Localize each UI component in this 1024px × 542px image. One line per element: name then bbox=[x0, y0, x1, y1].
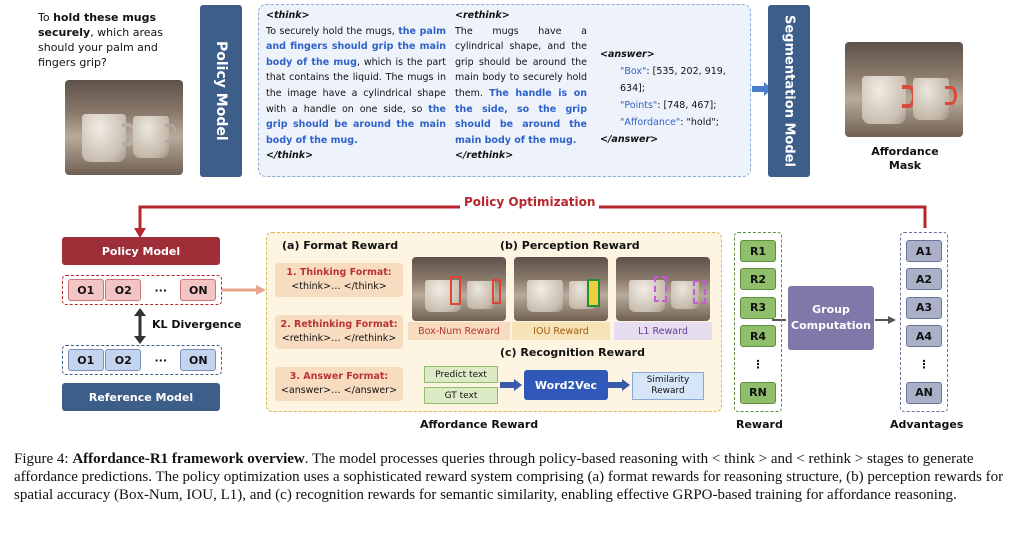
format-item-thinking: 1. Thinking Format: <think>… </think> bbox=[275, 263, 403, 297]
perception-reward-title: (b) Perception Reward bbox=[500, 239, 640, 252]
reward-r2: R2 bbox=[740, 268, 776, 291]
perception-image-boxnum bbox=[412, 257, 506, 321]
reference-outputs: O1 O2 ··· ON bbox=[62, 345, 222, 375]
advantage-a2: A2 bbox=[906, 268, 942, 291]
format-item-answer: 3. Answer Format: <answer>… </answer> bbox=[275, 367, 403, 401]
predict-text-box: Predict text bbox=[424, 366, 498, 383]
output-o1: O1 bbox=[67, 279, 104, 301]
perception-image-iou bbox=[514, 257, 608, 321]
group-computation: Group Computation bbox=[788, 286, 874, 350]
affordance-reward-label: Affordance Reward bbox=[420, 418, 539, 431]
ref-output-on: ON bbox=[180, 349, 217, 371]
policy-outputs: O1 O2 ··· ON bbox=[62, 275, 222, 305]
figure-caption: Figure 4: Affordance-R1 framework overvi… bbox=[14, 451, 1004, 503]
format-item-rethinking: 2. Rethinking Format: <rethink>… </rethin… bbox=[275, 315, 403, 349]
kl-divergence-label: KL Divergence bbox=[152, 318, 242, 331]
perception-image-l1 bbox=[616, 257, 710, 321]
policy-model-bottom: Policy Model bbox=[62, 237, 220, 265]
advantages-column: A1 A2 A3 A4 ⋮ AN bbox=[900, 232, 948, 412]
ref-output-o1: O1 bbox=[67, 349, 104, 371]
output-ellipsis: ··· bbox=[154, 283, 168, 297]
reward-r1: R1 bbox=[740, 240, 776, 263]
kl-arrow-icon bbox=[134, 308, 146, 344]
gt-text-box: GT text bbox=[424, 387, 498, 404]
similarity-reward-box: Similarity Reward bbox=[632, 372, 704, 400]
format-reward-title: (a) Format Reward bbox=[282, 239, 399, 252]
ref-output-ellipsis: ··· bbox=[154, 353, 168, 367]
ref-output-o2: O2 bbox=[105, 349, 142, 371]
word2vec-box: Word2Vec bbox=[524, 370, 608, 400]
arrow-to-word2vec bbox=[500, 379, 522, 391]
advantage-a1: A1 bbox=[906, 240, 942, 263]
reward-ellipsis: ⋮ bbox=[752, 357, 764, 371]
reward-r4: R4 bbox=[740, 325, 776, 348]
iou-reward-label: IOU Reward bbox=[512, 322, 610, 340]
advantage-a3: A3 bbox=[906, 296, 942, 319]
advantage-a4: A4 bbox=[906, 325, 942, 348]
reward-r3: R3 bbox=[740, 296, 776, 319]
output-on: ON bbox=[180, 279, 217, 301]
output-o2: O2 bbox=[105, 279, 142, 301]
l1-reward-label: L1 Reward bbox=[614, 322, 712, 340]
reference-model: Reference Model bbox=[62, 383, 220, 411]
recognition-reward-title: (c) Recognition Reward bbox=[500, 346, 645, 359]
reward-rn: RN bbox=[740, 381, 776, 404]
boxnum-reward-label: Box-Num Reward bbox=[408, 322, 510, 340]
advantage-ellipsis: ⋮ bbox=[918, 357, 930, 371]
advantage-an: AN bbox=[906, 381, 942, 404]
reward-column: R1 R2 R3 R4 ⋮ RN bbox=[734, 232, 782, 412]
policy-optimization-label: Policy Optimization bbox=[460, 195, 600, 209]
reward-label: Reward bbox=[736, 418, 783, 431]
arrow-to-similarity bbox=[608, 379, 630, 391]
advantages-label: Advantages bbox=[890, 418, 964, 431]
